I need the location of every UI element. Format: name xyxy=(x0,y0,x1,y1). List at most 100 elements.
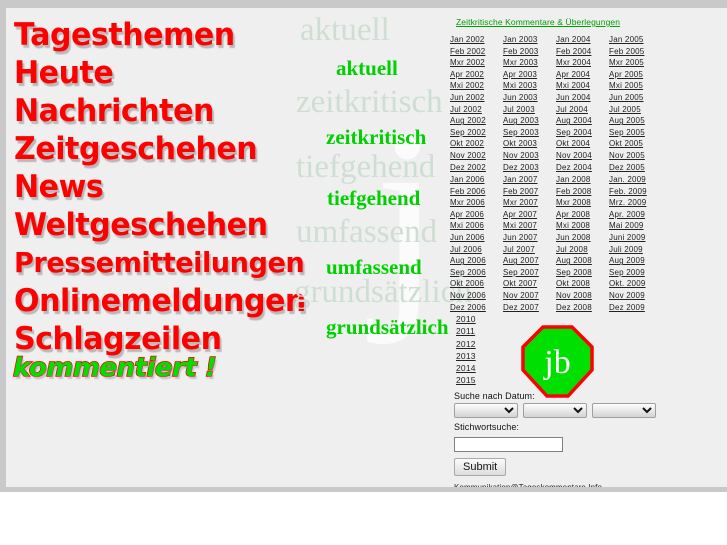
month-link[interactable]: Jul 2006 xyxy=(450,244,498,256)
month-link[interactable]: Jul 2004 xyxy=(556,104,604,116)
month-link[interactable]: Sep 2004 xyxy=(556,127,604,139)
month-link[interactable]: Okt 2008 xyxy=(556,278,604,290)
month-link[interactable]: Apr 2008 xyxy=(556,209,604,221)
month-link[interactable]: Jan 2003 xyxy=(503,34,551,46)
month-link[interactable]: Jan 2006 xyxy=(450,174,498,186)
month-link[interactable]: Apr 2003 xyxy=(503,69,551,81)
month-link[interactable]: Nov 2005 xyxy=(609,150,657,162)
month-link[interactable]: Jun 2007 xyxy=(503,232,551,244)
month-link[interactable]: Jul 2008 xyxy=(556,244,604,256)
month-link[interactable]: Mxi 2003 xyxy=(503,80,551,92)
month-link[interactable]: Feb 2004 xyxy=(556,46,604,58)
month-link[interactable]: Dez 2003 xyxy=(503,162,551,174)
month-link[interactable]: Feb 2007 xyxy=(503,186,551,198)
submit-button[interactable]: Submit xyxy=(454,457,507,476)
month-link[interactable]: Aug 2004 xyxy=(556,115,604,127)
month-link[interactable]: Feb 2006 xyxy=(450,186,498,198)
month-link[interactable]: Jun 2003 xyxy=(503,92,551,104)
month-link[interactable]: Feb 2008 xyxy=(556,186,604,198)
month-link[interactable]: Mxi 2008 xyxy=(556,220,604,232)
month-link[interactable]: Dez 2007 xyxy=(503,302,551,314)
month-link[interactable]: Jul 2005 xyxy=(609,104,657,116)
month-link[interactable]: Feb 2003 xyxy=(503,46,551,58)
month-link[interactable]: Aug 2002 xyxy=(450,115,498,127)
month-link[interactable]: Nov 2002 xyxy=(450,150,498,162)
month-link[interactable]: Dez 2009 xyxy=(609,302,657,314)
month-select[interactable] xyxy=(523,403,587,418)
month-link[interactable]: Dez 2004 xyxy=(556,162,604,174)
month-link[interactable]: Apr 2006 xyxy=(450,209,498,221)
month-link[interactable]: Jun 2005 xyxy=(609,92,657,104)
month-link[interactable]: Mxi 2007 xyxy=(503,220,551,232)
month-link[interactable]: Aug 2008 xyxy=(556,255,604,267)
keyword-input[interactable] xyxy=(454,436,563,452)
year-link[interactable]: 2015 xyxy=(456,374,476,386)
month-link[interactable]: Nov 2007 xyxy=(503,290,551,302)
month-link[interactable]: Sep 2008 xyxy=(556,267,604,279)
month-link[interactable]: Juni 2009 xyxy=(609,232,657,244)
month-link[interactable]: Mrz. 2009 xyxy=(609,197,657,209)
month-link[interactable]: Jan. 2009 xyxy=(609,174,657,186)
month-link[interactable]: Jul 2003 xyxy=(503,104,551,116)
month-link[interactable]: Mxr 2002 xyxy=(450,57,498,69)
category-title-link[interactable]: Zeitkritische Kommentare & Überlegungen xyxy=(456,17,620,27)
month-link[interactable]: Dez 2006 xyxy=(450,302,498,314)
month-link[interactable]: Okt 2004 xyxy=(556,138,604,150)
month-link[interactable]: Jun 2006 xyxy=(450,232,498,244)
month-link[interactable]: Juli 2009 xyxy=(609,244,657,256)
month-link[interactable]: Jan 2004 xyxy=(556,34,604,46)
month-link[interactable]: Okt 2007 xyxy=(503,278,551,290)
year-link[interactable]: 2014 xyxy=(456,362,476,374)
month-link[interactable]: Sep 2002 xyxy=(450,127,498,139)
month-link[interactable]: Mxr 2005 xyxy=(609,57,657,69)
month-link[interactable]: Apr 2007 xyxy=(503,209,551,221)
month-link[interactable]: Mxr 2003 xyxy=(503,57,551,69)
month-link[interactable]: Okt. 2009 xyxy=(609,278,657,290)
month-link[interactable]: Okt 2003 xyxy=(503,138,551,150)
month-link[interactable]: Sep 2009 xyxy=(609,267,657,279)
month-link[interactable]: Mxr 2007 xyxy=(503,197,551,209)
day-select[interactable] xyxy=(454,403,518,418)
month-link[interactable]: Jun 2004 xyxy=(556,92,604,104)
year-link[interactable]: 2010 xyxy=(456,313,476,325)
month-link[interactable]: Mxi 2005 xyxy=(609,80,657,92)
month-link[interactable]: Nov 2008 xyxy=(556,290,604,302)
month-link[interactable]: Mxr 2006 xyxy=(450,197,498,209)
month-link[interactable]: Sep 2007 xyxy=(503,267,551,279)
month-link[interactable]: Jun 2008 xyxy=(556,232,604,244)
month-link[interactable]: Aug 2003 xyxy=(503,115,551,127)
month-link[interactable]: Apr. 2009 xyxy=(609,209,657,221)
jb-logo[interactable]: jb xyxy=(521,325,594,398)
month-link[interactable]: Jan 2005 xyxy=(609,34,657,46)
month-link[interactable]: Mxi 2004 xyxy=(556,80,604,92)
month-link[interactable]: Sep 2003 xyxy=(503,127,551,139)
month-link[interactable]: Mxr 2008 xyxy=(556,197,604,209)
month-link[interactable]: Aug 2007 xyxy=(503,255,551,267)
month-link[interactable]: Dez 2005 xyxy=(609,162,657,174)
month-link[interactable]: Feb. 2009 xyxy=(609,186,657,198)
month-link[interactable]: Apr 2002 xyxy=(450,69,498,81)
month-link[interactable]: Okt 2006 xyxy=(450,278,498,290)
year-link[interactable]: 2011 xyxy=(456,325,476,337)
month-link[interactable]: Aug 2005 xyxy=(609,115,657,127)
month-link[interactable]: Dez 2008 xyxy=(556,302,604,314)
month-link[interactable]: Okt 2002 xyxy=(450,138,498,150)
month-link[interactable]: Jul 2002 xyxy=(450,104,498,116)
month-link[interactable]: Mxi 2006 xyxy=(450,220,498,232)
month-link[interactable]: Sep 2006 xyxy=(450,267,498,279)
month-link[interactable]: Jun 2002 xyxy=(450,92,498,104)
year-link[interactable]: 2012 xyxy=(456,338,476,350)
month-link[interactable]: Nov 2003 xyxy=(503,150,551,162)
month-link[interactable]: Jan 2007 xyxy=(503,174,551,186)
month-link[interactable]: Nov 2006 xyxy=(450,290,498,302)
month-link[interactable]: Feb 2005 xyxy=(609,46,657,58)
month-link[interactable]: Apr 2004 xyxy=(556,69,604,81)
month-link[interactable]: Feb 2002 xyxy=(450,46,498,58)
month-link[interactable]: Dez 2002 xyxy=(450,162,498,174)
month-link[interactable]: Okt 2005 xyxy=(609,138,657,150)
month-link[interactable]: Nov 2009 xyxy=(609,290,657,302)
year-select[interactable] xyxy=(592,403,656,418)
month-link[interactable]: Apr 2005 xyxy=(609,69,657,81)
month-link[interactable]: Nov 2004 xyxy=(556,150,604,162)
month-link[interactable]: Sep 2005 xyxy=(609,127,657,139)
